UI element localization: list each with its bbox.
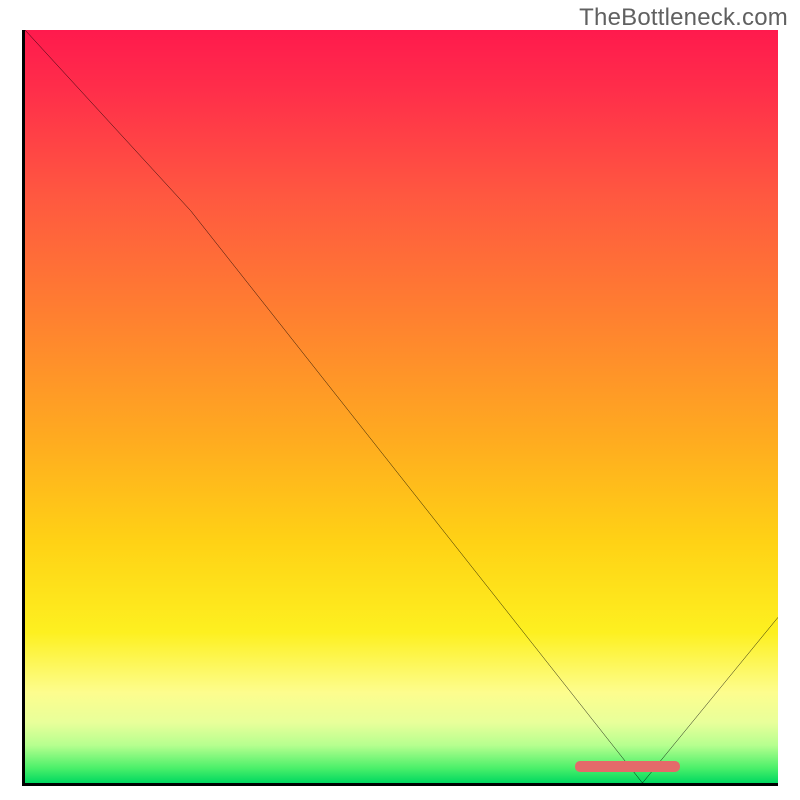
curve-path — [25, 30, 778, 783]
bottleneck-curve — [25, 30, 778, 783]
optimal-range-marker — [575, 761, 680, 772]
plot-frame — [22, 30, 778, 786]
plot-inner — [25, 30, 778, 783]
watermark-label: TheBottleneck.com — [579, 4, 788, 32]
chart-stage: TheBottleneck.com — [0, 0, 800, 800]
